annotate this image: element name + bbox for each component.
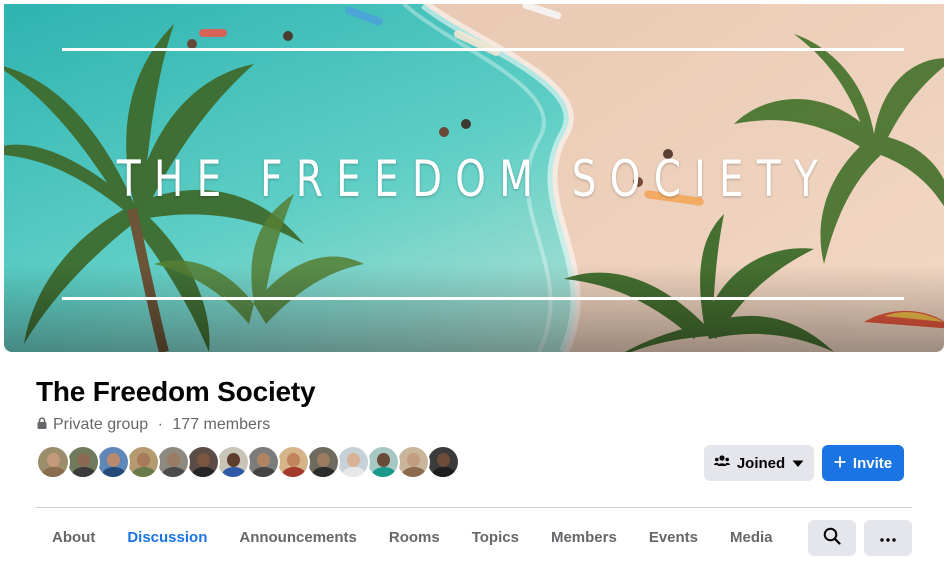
member-avatar[interactable] xyxy=(216,445,250,479)
meta-separator: · xyxy=(153,416,168,433)
tab-media[interactable]: Media xyxy=(714,520,789,556)
avatar-head xyxy=(437,453,450,467)
avatar-head xyxy=(107,453,120,467)
member-avatar[interactable] xyxy=(156,445,190,479)
search-icon xyxy=(823,527,841,550)
avatar-body xyxy=(72,467,96,477)
tab-events[interactable]: Events xyxy=(633,520,714,556)
avatar-head xyxy=(167,453,180,467)
tab-members[interactable]: Members xyxy=(535,520,633,556)
cover-photo[interactable]: THE FREEDOM SOCIETY xyxy=(4,4,944,352)
avatar-body xyxy=(42,467,66,477)
caret-down-icon xyxy=(792,455,804,472)
member-avatar[interactable] xyxy=(336,445,370,479)
avatar-body xyxy=(342,467,366,477)
avatar-body xyxy=(192,467,216,477)
member-avatar[interactable] xyxy=(276,445,310,479)
member-avatar[interactable] xyxy=(306,445,340,479)
tab-rooms[interactable]: Rooms xyxy=(373,520,456,556)
member-avatar[interactable] xyxy=(186,445,220,479)
search-button[interactable] xyxy=(808,520,856,556)
more-horizontal-icon xyxy=(880,529,896,547)
lock-icon xyxy=(36,416,48,434)
member-avatar[interactable] xyxy=(126,445,160,479)
member-avatar-list xyxy=(36,445,460,479)
avatar-body xyxy=(282,467,306,477)
avatar-body xyxy=(312,467,336,477)
avatar-body xyxy=(162,467,186,477)
member-avatar[interactable] xyxy=(246,445,280,479)
group-tabs: About Discussion Announcements Rooms Topics M… xyxy=(36,520,789,556)
avatar-head xyxy=(257,453,270,467)
group-meta: Private group · 177 members xyxy=(36,416,270,434)
avatar-head xyxy=(197,453,210,467)
avatar-head xyxy=(227,453,240,467)
invite-label: Invite xyxy=(852,454,893,472)
cover-bottom-rule xyxy=(62,297,904,300)
avatar-head xyxy=(317,453,330,467)
cover-top-rule xyxy=(62,48,904,51)
privacy-label[interactable]: Private group xyxy=(53,416,148,434)
tab-announcements[interactable]: Announcements xyxy=(223,520,373,556)
member-avatar[interactable] xyxy=(396,445,430,479)
avatar-body xyxy=(372,467,396,477)
avatar-head xyxy=(77,453,90,467)
joined-button[interactable]: Joined xyxy=(704,445,814,481)
avatar-body xyxy=(102,467,126,477)
avatar-body xyxy=(402,467,426,477)
people-icon xyxy=(713,454,730,472)
more-button[interactable] xyxy=(864,520,912,556)
invite-button[interactable]: Invite xyxy=(822,445,904,481)
member-avatar[interactable] xyxy=(36,445,70,479)
member-avatar[interactable] xyxy=(66,445,100,479)
tab-discussion[interactable]: Discussion xyxy=(111,520,223,556)
header-divider xyxy=(36,507,912,508)
member-count[interactable]: 177 members xyxy=(172,416,270,434)
member-avatar[interactable] xyxy=(96,445,130,479)
member-avatar[interactable] xyxy=(426,445,460,479)
cover-title: THE FREEDOM SOCIETY xyxy=(116,150,832,208)
group-name[interactable]: The Freedom Society xyxy=(36,376,316,408)
member-avatar[interactable] xyxy=(366,445,400,479)
tab-topics[interactable]: Topics xyxy=(456,520,535,556)
avatar-head xyxy=(287,453,300,467)
plus-icon xyxy=(834,455,846,472)
avatar-body xyxy=(252,467,276,477)
avatar-body xyxy=(432,467,456,477)
avatar-head xyxy=(377,453,390,467)
avatar-body xyxy=(132,467,156,477)
avatar-head xyxy=(47,453,60,467)
avatar-body xyxy=(222,467,246,477)
avatar-head xyxy=(137,453,150,467)
joined-label: Joined xyxy=(736,454,786,472)
avatar-head xyxy=(347,453,360,467)
tab-about[interactable]: About xyxy=(36,520,111,556)
avatar-head xyxy=(407,453,420,467)
